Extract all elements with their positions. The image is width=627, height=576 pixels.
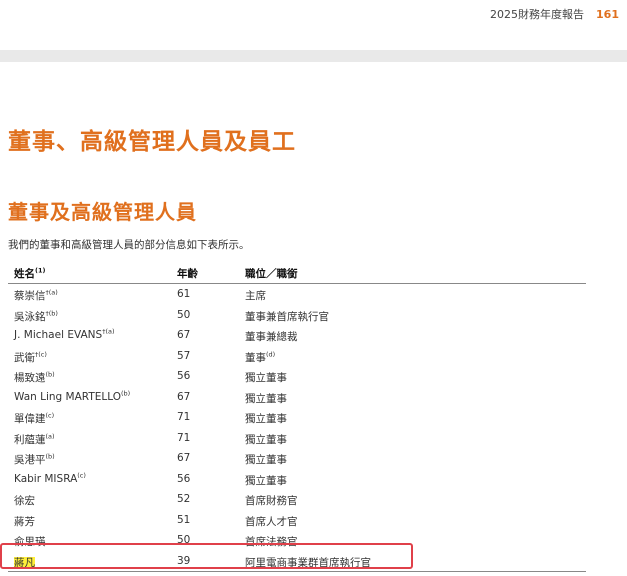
row-age: 67	[177, 452, 191, 464]
row-name: Wan Ling MARTELLO(b)	[14, 389, 131, 403]
row-position: 獨立董事	[245, 372, 287, 384]
row-name: Kabir MISRA(c)	[14, 471, 86, 485]
row-position: 獨立董事	[245, 454, 287, 466]
row-age: 50	[177, 308, 191, 321]
row-name: J. Michael EVANS†(a)	[14, 327, 115, 341]
section-title: 董事、高級管理人員及員工	[8, 129, 296, 155]
table-row: 單偉建(c) 71 獨立董事	[8, 407, 586, 428]
row-name: 吳港平(b)	[14, 452, 55, 466]
page-header: 2025財務年度報告 161	[0, 0, 627, 50]
table-row: 徐宏 52 首席財務官	[8, 489, 586, 510]
table-row: Kabir MISRA(c) 56 獨立董事	[8, 469, 586, 490]
table-header: 姓名(1) 年齡 職位／職銜	[8, 262, 586, 284]
row-age: 57	[177, 349, 191, 362]
row-position: 董事(d)	[245, 350, 276, 364]
table-body: 蔡崇信†(a) 61 主席吳泳銘†(b) 50 董事兼首席執行官 J. Michael E…	[8, 284, 586, 571]
table-row: 楊致遠(b) 56 獨立董事	[8, 366, 586, 387]
row-position: 董事兼總裁	[245, 331, 298, 343]
row-age: 52	[177, 493, 191, 505]
row-position: 首席人才官	[245, 515, 298, 528]
table-row: 蔡崇信†(a) 61 主席	[8, 284, 586, 305]
row-name: 武衛†(c)	[14, 350, 47, 364]
row-age: 51	[177, 513, 191, 526]
row-position: 首席財務官	[245, 495, 298, 507]
row-position: 獨立董事	[245, 392, 287, 405]
highlight-box	[0, 543, 413, 569]
row-age: 71	[177, 411, 191, 423]
table-row: 吳港平(b) 67 獨立董事	[8, 448, 586, 469]
subsection-title: 董事及高級管理人員	[8, 200, 197, 224]
row-name: 蔣芳	[14, 515, 35, 528]
row-position: 獨立董事	[245, 433, 287, 446]
row-name: 楊致遠(b)	[14, 370, 55, 384]
table-row: 蔣芳 51 首席人才官	[8, 510, 586, 531]
table-row: 吳泳銘†(b) 50 董事兼首席執行官	[8, 305, 586, 326]
row-age: 71	[177, 431, 191, 444]
row-name: 利蘊蓮(a)	[14, 432, 55, 446]
row-age: 67	[177, 390, 191, 403]
row-position: 主席	[245, 290, 266, 302]
header-divider	[0, 50, 627, 62]
table-row: Wan Ling MARTELLO(b) 67 獨立董事	[8, 387, 586, 408]
row-name: 徐宏	[14, 495, 35, 507]
row-position: 董事兼首席執行官	[245, 310, 329, 323]
table-row: 武衛†(c) 57 董事(d)	[8, 346, 586, 367]
table-bottom-rule	[8, 571, 586, 572]
intro-text: 我們的董事和高級管理人員的部分信息如下表所示。	[8, 239, 250, 251]
report-title: 2025財務年度報告	[490, 8, 585, 21]
row-age: 61	[177, 288, 191, 300]
row-age: 56	[177, 370, 191, 382]
row-name: 單偉建(c)	[14, 411, 55, 425]
row-name: 吳泳銘†(b)	[14, 309, 58, 323]
page-number: 161	[596, 8, 619, 21]
row-position: 獨立董事	[245, 413, 287, 425]
row-age: 67	[177, 329, 191, 341]
row-name: 蔡崇信†(a)	[14, 288, 58, 302]
header-position: 職位／職銜	[245, 268, 298, 280]
header-age: 年齡	[177, 268, 198, 280]
table-row: J. Michael EVANS†(a) 67 董事兼總裁	[8, 325, 586, 346]
directors-table: 姓名(1) 年齡 職位／職銜 蔡崇信†(a) 61 主席吳泳銘†(b) 50 董事兼首席…	[8, 262, 586, 571]
header-name: 姓名(1)	[14, 266, 46, 280]
header-text: 2025財務年度報告 161	[490, 6, 619, 22]
table-row: 利蘊蓮(a) 71 獨立董事	[8, 428, 586, 449]
row-position: 獨立董事	[245, 474, 287, 487]
row-age: 56	[177, 472, 191, 485]
